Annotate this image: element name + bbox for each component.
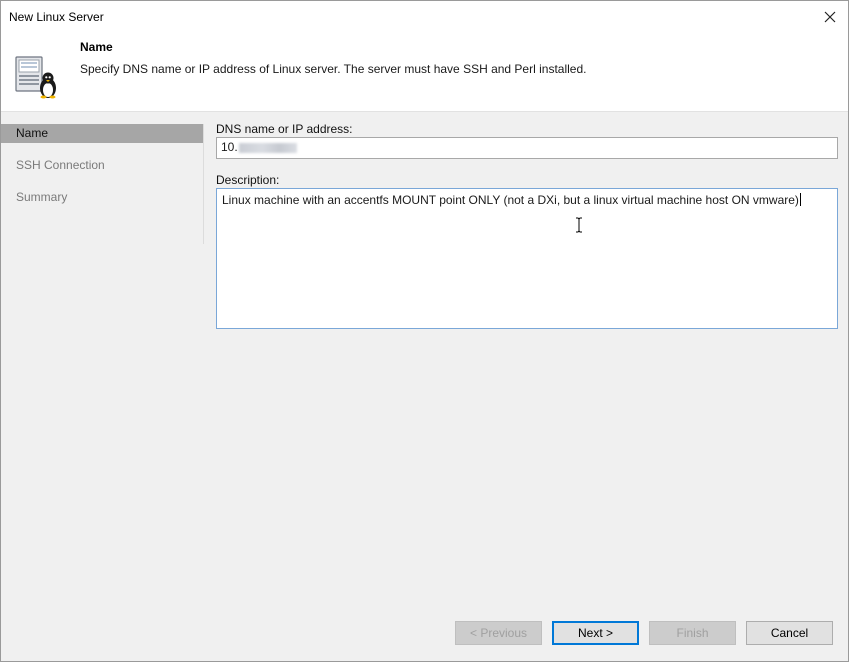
step-summary[interactable]: Summary [1, 188, 203, 207]
cancel-button[interactable]: Cancel [746, 621, 833, 645]
close-button[interactable] [812, 1, 848, 33]
button-bar: < Previous Next > Finish Cancel [1, 621, 848, 647]
description-value: Linux machine with an accentfs MOUNT poi… [222, 193, 799, 207]
title-bar: New Linux Server [1, 1, 848, 33]
description-textarea[interactable]: Linux machine with an accentfs MOUNT poi… [216, 188, 838, 329]
description-label: Description: [216, 173, 280, 187]
step-ssh-connection[interactable]: SSH Connection [1, 156, 203, 175]
form-area: DNS name or IP address: 10. Description:… [216, 122, 838, 329]
dns-name-input[interactable]: 10. [216, 137, 838, 159]
dns-name-label: DNS name or IP address: [216, 122, 353, 136]
redacted-ip [238, 142, 297, 153]
dns-name-value: 10. [221, 140, 238, 154]
next-button[interactable]: Next > [552, 621, 639, 645]
finish-button[interactable]: Finish [649, 621, 736, 645]
step-name[interactable]: Name [1, 124, 203, 143]
i-beam-cursor-icon [576, 217, 582, 233]
page-description: Specify DNS name or IP address of Linux … [80, 62, 587, 76]
wizard-steps: Name SSH Connection Summary [1, 124, 204, 244]
text-caret [799, 193, 801, 206]
page-title: Name [80, 40, 113, 54]
close-icon [824, 11, 836, 23]
previous-button[interactable]: < Previous [455, 621, 542, 645]
window-title: New Linux Server [9, 10, 104, 24]
dialog-window: New Linux Server Name Specify DNS name o… [0, 0, 849, 662]
linux-server-icon [15, 56, 56, 99]
wizard-header: Name Specify DNS name or IP address of L… [1, 33, 848, 112]
